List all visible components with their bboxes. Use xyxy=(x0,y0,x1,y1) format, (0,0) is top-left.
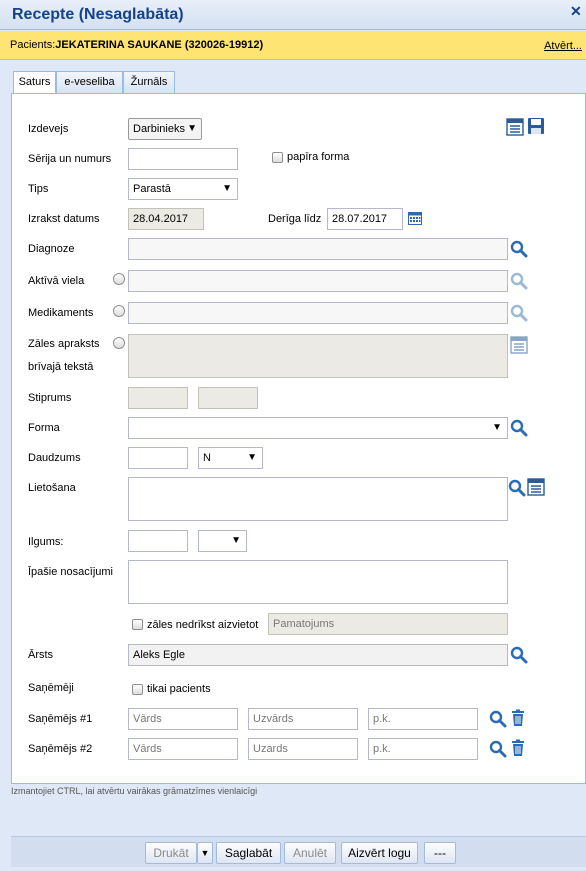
active-substance-input[interactable] xyxy=(128,270,508,292)
series-label: Sērija un numurs xyxy=(28,153,112,165)
usage-label: Lietošana xyxy=(28,482,76,494)
open-patient-link[interactable]: Atvērt... xyxy=(544,40,582,52)
patient-bar: Pacients:JEKATERINA SAUKANE (320026-1991… xyxy=(0,31,586,60)
search-icon[interactable] xyxy=(510,240,528,258)
print-menu-arrow[interactable]: ▼ xyxy=(197,842,213,864)
close-icon[interactable]: ✕ xyxy=(570,3,584,19)
save-button[interactable]: Saglabāt xyxy=(216,842,281,864)
special-conditions-textarea[interactable] xyxy=(128,560,508,604)
search-icon[interactable] xyxy=(489,710,507,728)
close-window-button[interactable]: Aizvērt logu xyxy=(341,842,418,864)
search-icon[interactable] xyxy=(489,740,507,758)
paper-form-label: papīra forma xyxy=(287,151,350,163)
issue-date-field xyxy=(128,208,204,230)
strength-field-1 xyxy=(128,387,188,409)
recipient1-label: Saņēmējs #1 xyxy=(28,713,93,725)
window-titlebar: Recepte (Nesaglabāta) ✕ xyxy=(0,0,586,30)
ctrl-hint: Izmantojiet CTRL, lai atvērtu vairākas g… xyxy=(11,786,258,796)
cancel-button[interactable]: Anulēt xyxy=(284,842,336,864)
calendar-icon[interactable] xyxy=(408,211,422,225)
medication-input[interactable] xyxy=(128,302,508,324)
dropdown-arrow-icon: ▼ xyxy=(231,535,241,546)
recipients-label: Saņēmēji xyxy=(28,682,74,694)
no-substitute-label: zāles nedrīkst aizvietot xyxy=(147,619,259,631)
free-text-area[interactable] xyxy=(128,334,508,378)
valid-until-label: Derīga līdz xyxy=(268,213,322,225)
strength-label: Stiprums xyxy=(28,392,72,404)
patient-label: Pacients: xyxy=(10,39,56,51)
tab-saturs[interactable]: Saturs xyxy=(13,71,56,95)
only-patient-checkbox[interactable] xyxy=(132,684,143,695)
footer-toolbar: Drukāt ▼ Saglabāt Anulēt Aizvērt logu --… xyxy=(11,836,586,867)
recipient1-first-name[interactable] xyxy=(128,708,238,730)
search-icon[interactable] xyxy=(510,646,528,664)
form-label: Forma xyxy=(28,422,60,434)
recipient2-last-name[interactable] xyxy=(248,738,358,760)
valid-until-input[interactable] xyxy=(327,208,403,230)
medication-radio[interactable] xyxy=(113,305,125,317)
recipient2-label: Saņēmējs #2 xyxy=(28,743,93,755)
issuer-select[interactable]: Darbinieks ▼ xyxy=(128,118,202,140)
tab-zurnals[interactable]: Žurnāls xyxy=(123,71,175,94)
type-value: Parastā xyxy=(133,183,171,195)
quantity-unit-select[interactable]: N ▼ xyxy=(198,447,263,469)
trash-icon[interactable] xyxy=(509,739,527,757)
series-input[interactable] xyxy=(128,148,238,170)
save-icon[interactable] xyxy=(527,117,545,135)
free-text-label-1: Zāles apraksts xyxy=(28,338,100,350)
list-icon[interactable] xyxy=(527,478,545,496)
diagnosis-label: Diagnoze xyxy=(28,243,75,255)
strength-field-2 xyxy=(198,387,258,409)
diagnosis-input[interactable] xyxy=(128,238,508,260)
duration-unit-select[interactable]: ▼ xyxy=(198,530,247,552)
recipient1-last-name[interactable] xyxy=(248,708,358,730)
issue-date-label: Izrakst datums xyxy=(28,213,100,225)
dropdown-arrow-icon: ▼ xyxy=(222,183,232,194)
trash-icon[interactable] xyxy=(509,709,527,727)
quantity-unit-value: N xyxy=(203,452,211,464)
patient-info: Pacients:JEKATERINA SAUKANE (320026-1991… xyxy=(10,39,263,51)
special-conditions-label: Īpašie nosacījumi xyxy=(28,566,113,578)
doctor-label: Ārsts xyxy=(28,649,54,661)
type-label: Tips xyxy=(28,183,49,195)
issuer-label: Izdevejs xyxy=(28,123,69,135)
dropdown-arrow-icon: ▼ xyxy=(492,422,502,433)
doctor-input[interactable] xyxy=(128,644,508,666)
content-panel: Izdevejs Darbinieks ▼ Sērija un numurs pa… xyxy=(11,93,586,784)
no-substitute-checkbox[interactable] xyxy=(132,619,143,630)
recipient2-first-name[interactable] xyxy=(128,738,238,760)
paper-form-checkbox[interactable] xyxy=(272,152,283,163)
search-icon[interactable] xyxy=(510,272,528,290)
recipient1-personal-code[interactable] xyxy=(368,708,478,730)
search-icon[interactable] xyxy=(510,304,528,322)
patient-name: JEKATERINA SAUKANE (320026-19912) xyxy=(55,39,264,51)
quantity-label: Daudzums xyxy=(28,452,81,464)
search-icon[interactable] xyxy=(508,479,526,497)
print-button[interactable]: Drukāt xyxy=(145,842,197,864)
active-substance-label: Aktīvā viela xyxy=(28,275,85,287)
medication-label: Medikaments xyxy=(28,307,94,319)
issuer-value: Darbinieks xyxy=(133,123,185,135)
recipient2-personal-code[interactable] xyxy=(368,738,478,760)
search-icon[interactable] xyxy=(510,419,528,437)
duration-label: Ilgums: xyxy=(28,536,64,548)
only-patient-label: tikai pacients xyxy=(147,683,211,695)
tab-e-veseliba[interactable]: e-veseliba xyxy=(56,71,123,94)
free-text-radio[interactable] xyxy=(113,337,125,349)
dropdown-arrow-icon: ▼ xyxy=(247,452,257,463)
dropdown-arrow-icon: ▼ xyxy=(187,123,197,134)
form-select[interactable]: ▼ xyxy=(128,417,508,439)
window-title: Recepte (Nesaglabāta) xyxy=(12,6,184,23)
more-button[interactable]: --- xyxy=(424,842,456,864)
duration-input[interactable] xyxy=(128,530,188,552)
list-icon[interactable] xyxy=(510,336,528,354)
substitution-reason-field xyxy=(268,613,508,635)
free-text-label-2: brīvajā tekstā xyxy=(28,361,94,373)
usage-textarea[interactable] xyxy=(128,477,508,521)
quantity-input[interactable] xyxy=(128,447,188,469)
active-substance-radio[interactable] xyxy=(113,273,125,285)
type-select[interactable]: Parastā ▼ xyxy=(128,178,238,200)
list-icon[interactable] xyxy=(506,118,524,136)
